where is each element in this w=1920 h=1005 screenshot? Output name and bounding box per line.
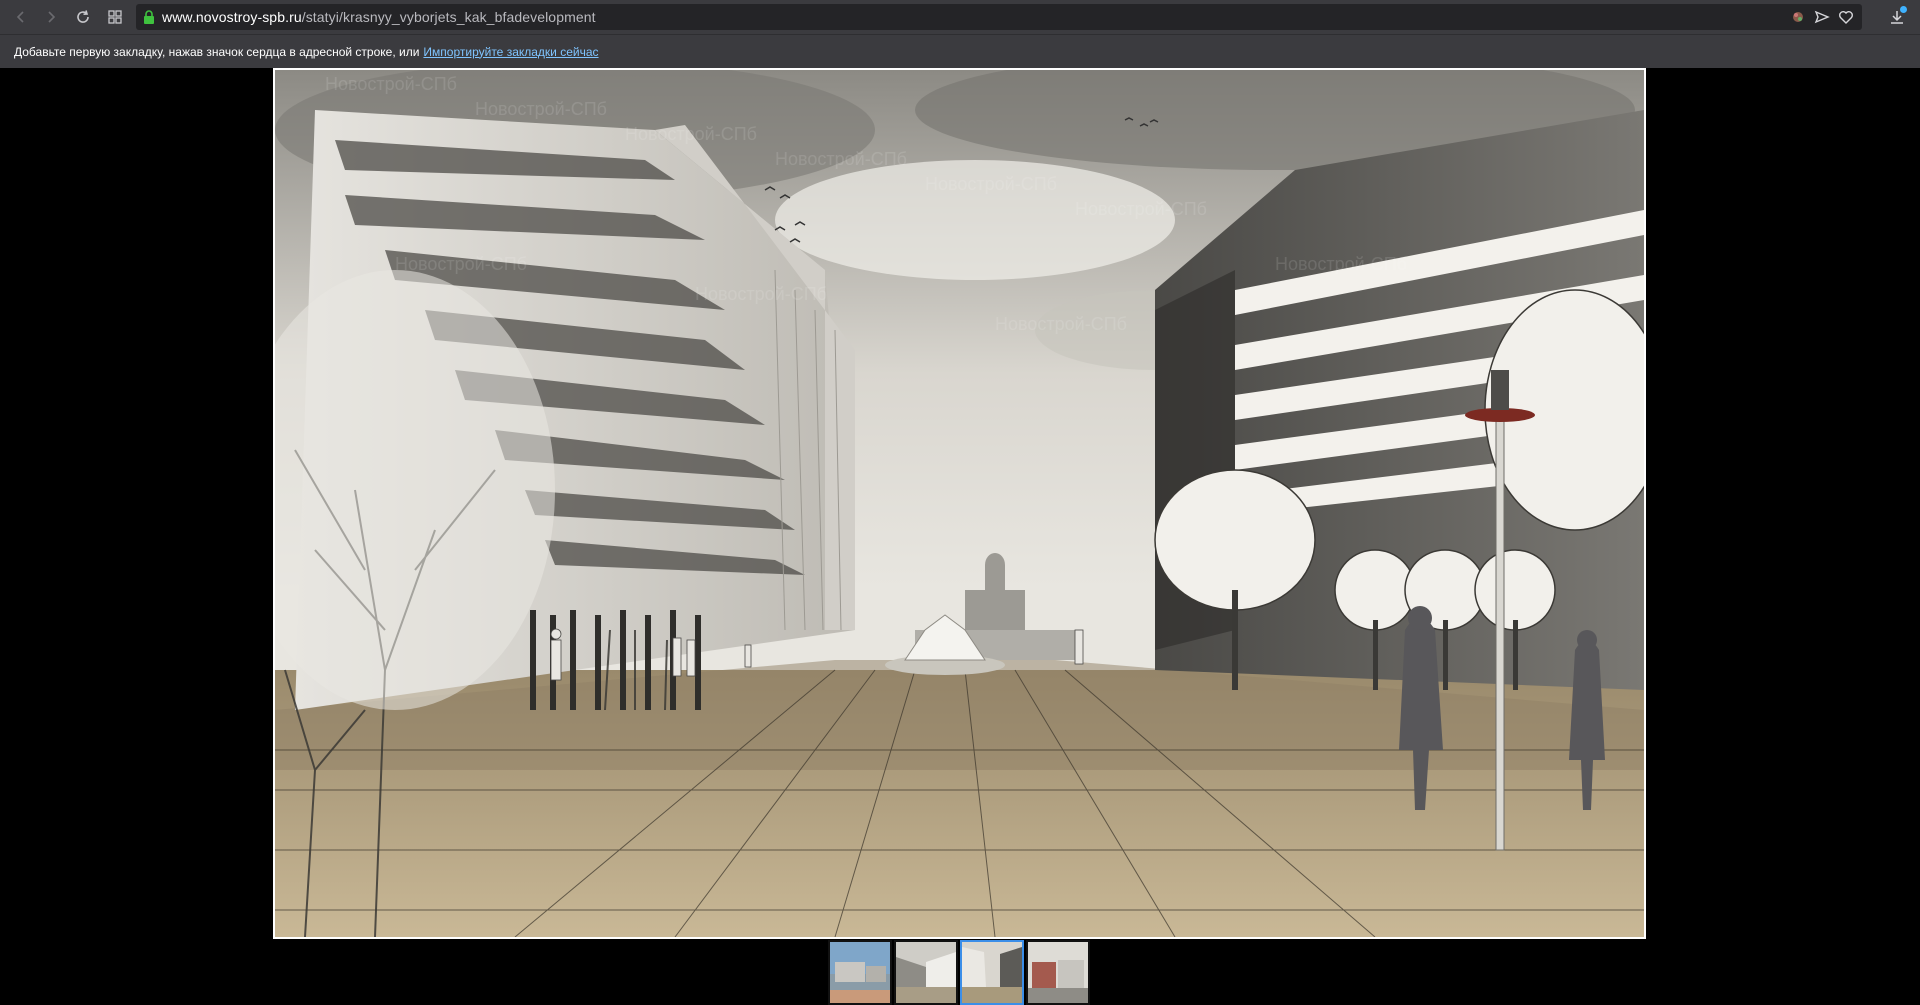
url-host: www.novostroy-spb.ru <box>162 9 302 25</box>
address-bar[interactable]: www.novostroy-spb.ru/statyi/krasnyy_vybo… <box>136 4 1862 30</box>
lock-icon[interactable] <box>136 4 162 30</box>
bookmarks-bar: Добавьте первую закладку, нажав значок с… <box>0 34 1920 68</box>
thumbnail-2[interactable] <box>894 940 958 1005</box>
forward-icon[interactable] <box>36 0 66 34</box>
url-path: /statyi/krasnyy_vyborjets_kak_bfadevelop… <box>301 9 596 25</box>
heart-icon[interactable] <box>1838 9 1854 25</box>
svg-text:Новострой-СПб: Новострой-СПб <box>1275 254 1407 274</box>
svg-text:Новострой-СПб: Новострой-СПб <box>475 99 607 119</box>
tabs-grid-icon[interactable] <box>100 0 130 34</box>
thumbnail-1[interactable] <box>828 940 892 1005</box>
bookmarks-hint: Добавьте первую закладку, нажав значок с… <box>14 44 420 59</box>
thumbnail-strip <box>828 940 1090 1005</box>
extension-icon[interactable] <box>1790 9 1806 25</box>
svg-text:Новострой-СПб: Новострой-СПб <box>925 174 1057 194</box>
main-image[interactable]: Новострой-СПб Новострой-СПб Новострой-СП… <box>273 68 1646 939</box>
reload-icon[interactable] <box>68 0 98 34</box>
svg-text:Новострой-СПб: Новострой-СПб <box>995 314 1127 334</box>
svg-text:Новострой-СПб: Новострой-СПб <box>325 74 457 94</box>
svg-text:Новострой-СПб: Новострой-СПб <box>1075 199 1207 219</box>
thumbnail-3[interactable] <box>960 940 1024 1005</box>
svg-text:Новострой-СПб: Новострой-СПб <box>625 124 757 144</box>
download-icon[interactable] <box>1884 4 1910 30</box>
browser-toolbar: www.novostroy-spb.ru/statyi/krasnyy_vybo… <box>0 0 1920 34</box>
import-bookmarks-link[interactable]: Импортируйте закладки сейчас <box>423 45 598 59</box>
svg-text:Новострой-СПб: Новострой-СПб <box>395 254 527 274</box>
back-icon[interactable] <box>6 0 36 34</box>
image-viewer: Новострой-СПб Новострой-СПб Новострой-СП… <box>0 68 1920 1005</box>
architectural-rendering: Новострой-СПб Новострой-СПб Новострой-СП… <box>275 70 1644 937</box>
send-icon[interactable] <box>1814 9 1830 25</box>
thumbnail-4[interactable] <box>1026 940 1090 1005</box>
url-text[interactable]: www.novostroy-spb.ru/statyi/krasnyy_vybo… <box>162 9 596 25</box>
svg-text:Новострой-СПб: Новострой-СПб <box>775 149 907 169</box>
svg-text:Новострой-СПб: Новострой-СПб <box>695 284 827 304</box>
download-indicator <box>1900 6 1907 13</box>
